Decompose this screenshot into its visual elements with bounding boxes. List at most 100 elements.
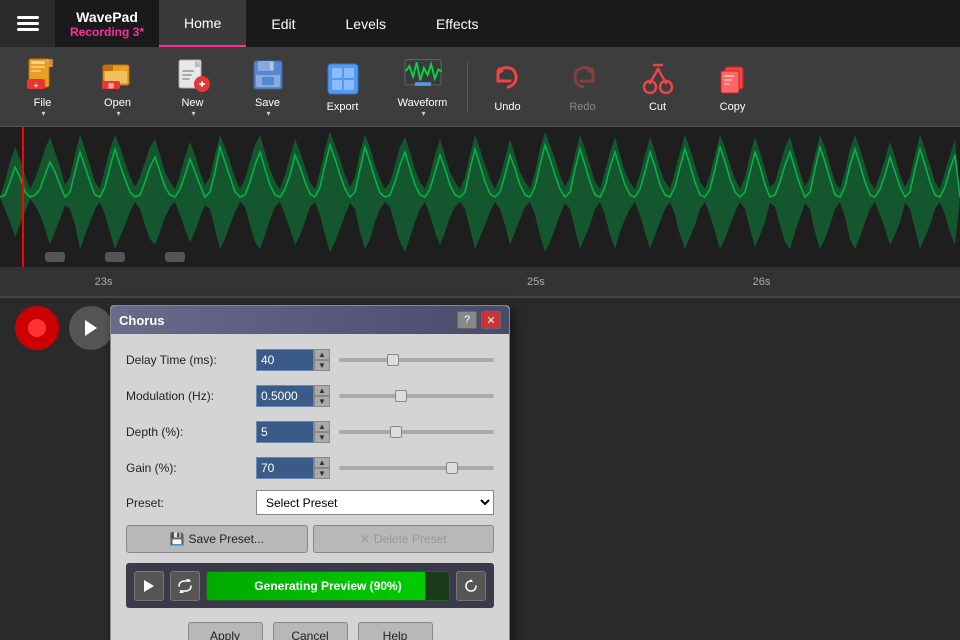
svg-text:+: + — [33, 81, 38, 90]
modulation-input[interactable] — [256, 385, 314, 407]
tab-levels[interactable]: Levels — [321, 0, 411, 47]
file-button[interactable]: + File ▾ — [5, 52, 80, 122]
delay-time-slider-container[interactable] — [339, 349, 494, 371]
delay-time-spinner: ▲ ▼ — [314, 349, 330, 371]
delete-preset-button[interactable]: ✕ Delete Preset — [313, 525, 495, 553]
playhead — [22, 127, 24, 267]
save-preset-button[interactable]: 💾 Save Preset... — [126, 525, 308, 553]
export-button[interactable]: Export — [305, 52, 380, 122]
new-button-label: New — [181, 97, 203, 109]
dialog-title: Chorus — [119, 313, 165, 328]
cancel-button[interactable]: Cancel — [273, 622, 348, 640]
modulation-slider[interactable] — [339, 394, 494, 398]
gain-slider-container[interactable] — [339, 457, 494, 479]
svg-text:⊞: ⊞ — [108, 83, 114, 90]
modulation-row: Modulation (Hz): ▲ ▼ — [126, 382, 494, 410]
export-button-label: Export — [327, 101, 359, 113]
tab-home[interactable]: Home — [159, 0, 246, 47]
save-button[interactable]: Save ▾ — [230, 52, 305, 122]
copy-button[interactable]: Copy — [695, 52, 770, 122]
waveform-visualization: // Generate waveform bars programmatical… — [0, 127, 960, 267]
tab-effects[interactable]: Effects — [411, 0, 504, 47]
app-subtitle: Recording 3* — [70, 25, 144, 39]
delay-time-thumb[interactable] — [387, 354, 399, 366]
progress-bar: Generating Preview (90%) — [206, 571, 450, 601]
copy-icon — [714, 60, 752, 98]
waveform-button[interactable]: Waveform ▾ — [380, 52, 465, 122]
delay-time-slider[interactable] — [339, 358, 494, 362]
modulation-label: Modulation (Hz): — [126, 389, 256, 403]
gain-input-group: ▲ ▼ — [256, 457, 331, 479]
delay-time-down[interactable]: ▼ — [314, 360, 330, 371]
depth-up[interactable]: ▲ — [314, 421, 330, 432]
progress-text: Generating Preview (90%) — [254, 579, 401, 593]
waveform-icon — [404, 56, 442, 94]
timeline: 23s 25s 26s — [0, 267, 960, 297]
nav-bar: WavePad Recording 3* Home Edit Levels Ef… — [0, 0, 960, 47]
gain-thumb[interactable] — [446, 462, 458, 474]
preset-buttons: 💾 Save Preset... ✕ Delete Preset — [126, 525, 494, 553]
depth-input[interactable] — [256, 421, 314, 443]
open-button[interactable]: ⊞ Open ▾ — [80, 52, 155, 122]
gain-up[interactable]: ▲ — [314, 457, 330, 468]
gain-down[interactable]: ▼ — [314, 468, 330, 479]
modulation-thumb[interactable] — [395, 390, 407, 402]
gain-input[interactable] — [256, 457, 314, 479]
waveform-canvas[interactable]: // Generate waveform bars programmatical… — [0, 127, 960, 267]
modulation-up[interactable]: ▲ — [314, 385, 330, 396]
dialog-controls: ? ✕ — [457, 311, 501, 329]
preview-bar: Generating Preview (90%) — [126, 563, 494, 608]
redo-button-label: Redo — [569, 101, 595, 113]
preset-label: Preset: — [126, 496, 256, 510]
app-title: WavePad Recording 3* — [55, 9, 159, 39]
timeline-marker-26: 26s — [753, 276, 771, 288]
chorus-dialog: Chorus ? ✕ Delay Time (ms): ▲ ▼ — [110, 305, 510, 640]
delay-time-up[interactable]: ▲ — [314, 349, 330, 360]
save-button-label: Save — [255, 97, 280, 109]
apply-button[interactable]: Apply — [188, 622, 263, 640]
preset-row: Preset: Select Preset — [126, 490, 494, 515]
tab-edit[interactable]: Edit — [246, 0, 320, 47]
waveform-area[interactable]: // Generate waveform bars programmatical… — [0, 127, 960, 297]
app-name: WavePad — [76, 9, 138, 25]
help-button[interactable]: Help — [358, 622, 433, 640]
redo-button[interactable]: Redo — [545, 52, 620, 122]
dialog-titlebar: Chorus ? ✕ — [111, 306, 509, 334]
delay-time-row: Delay Time (ms): ▲ ▼ — [126, 346, 494, 374]
preview-loop-button[interactable] — [170, 571, 200, 601]
new-button[interactable]: New ▾ — [155, 52, 230, 122]
depth-down[interactable]: ▼ — [314, 432, 330, 443]
delay-time-input[interactable] — [256, 349, 314, 371]
depth-spinner: ▲ ▼ — [314, 421, 330, 443]
undo-button[interactable]: Undo — [470, 52, 545, 122]
modulation-spinner: ▲ ▼ — [314, 385, 330, 407]
new-icon — [174, 56, 212, 94]
gain-slider[interactable] — [339, 466, 494, 470]
dialog-body: Delay Time (ms): ▲ ▼ Modulation (Hz): — [111, 334, 509, 640]
open-icon: ⊞ — [99, 56, 137, 94]
depth-slider[interactable] — [339, 430, 494, 434]
file-icon: + — [24, 56, 62, 94]
file-button-label: File — [34, 97, 52, 109]
reset-icon — [463, 579, 479, 593]
export-icon — [324, 60, 362, 98]
depth-thumb[interactable] — [390, 426, 402, 438]
preset-select[interactable]: Select Preset — [256, 490, 494, 515]
modulation-down[interactable]: ▼ — [314, 396, 330, 407]
hamburger-button[interactable] — [0, 0, 55, 47]
hamburger-icon — [17, 13, 39, 34]
timeline-marker-25: 25s — [527, 276, 545, 288]
play-button[interactable] — [69, 306, 113, 350]
preview-reset-button[interactable] — [456, 571, 486, 601]
undo-button-label: Undo — [494, 101, 520, 113]
preview-play-button[interactable] — [134, 571, 164, 601]
undo-icon — [489, 60, 527, 98]
toolbar-separator-1 — [467, 62, 468, 112]
modulation-slider-container[interactable] — [339, 385, 494, 407]
help-dialog-button[interactable]: ? — [457, 311, 477, 329]
cut-button[interactable]: Cut — [620, 52, 695, 122]
record-button[interactable] — [15, 306, 59, 350]
depth-slider-container[interactable] — [339, 421, 494, 443]
depth-row: Depth (%): ▲ ▼ — [126, 418, 494, 446]
close-dialog-button[interactable]: ✕ — [481, 311, 501, 329]
